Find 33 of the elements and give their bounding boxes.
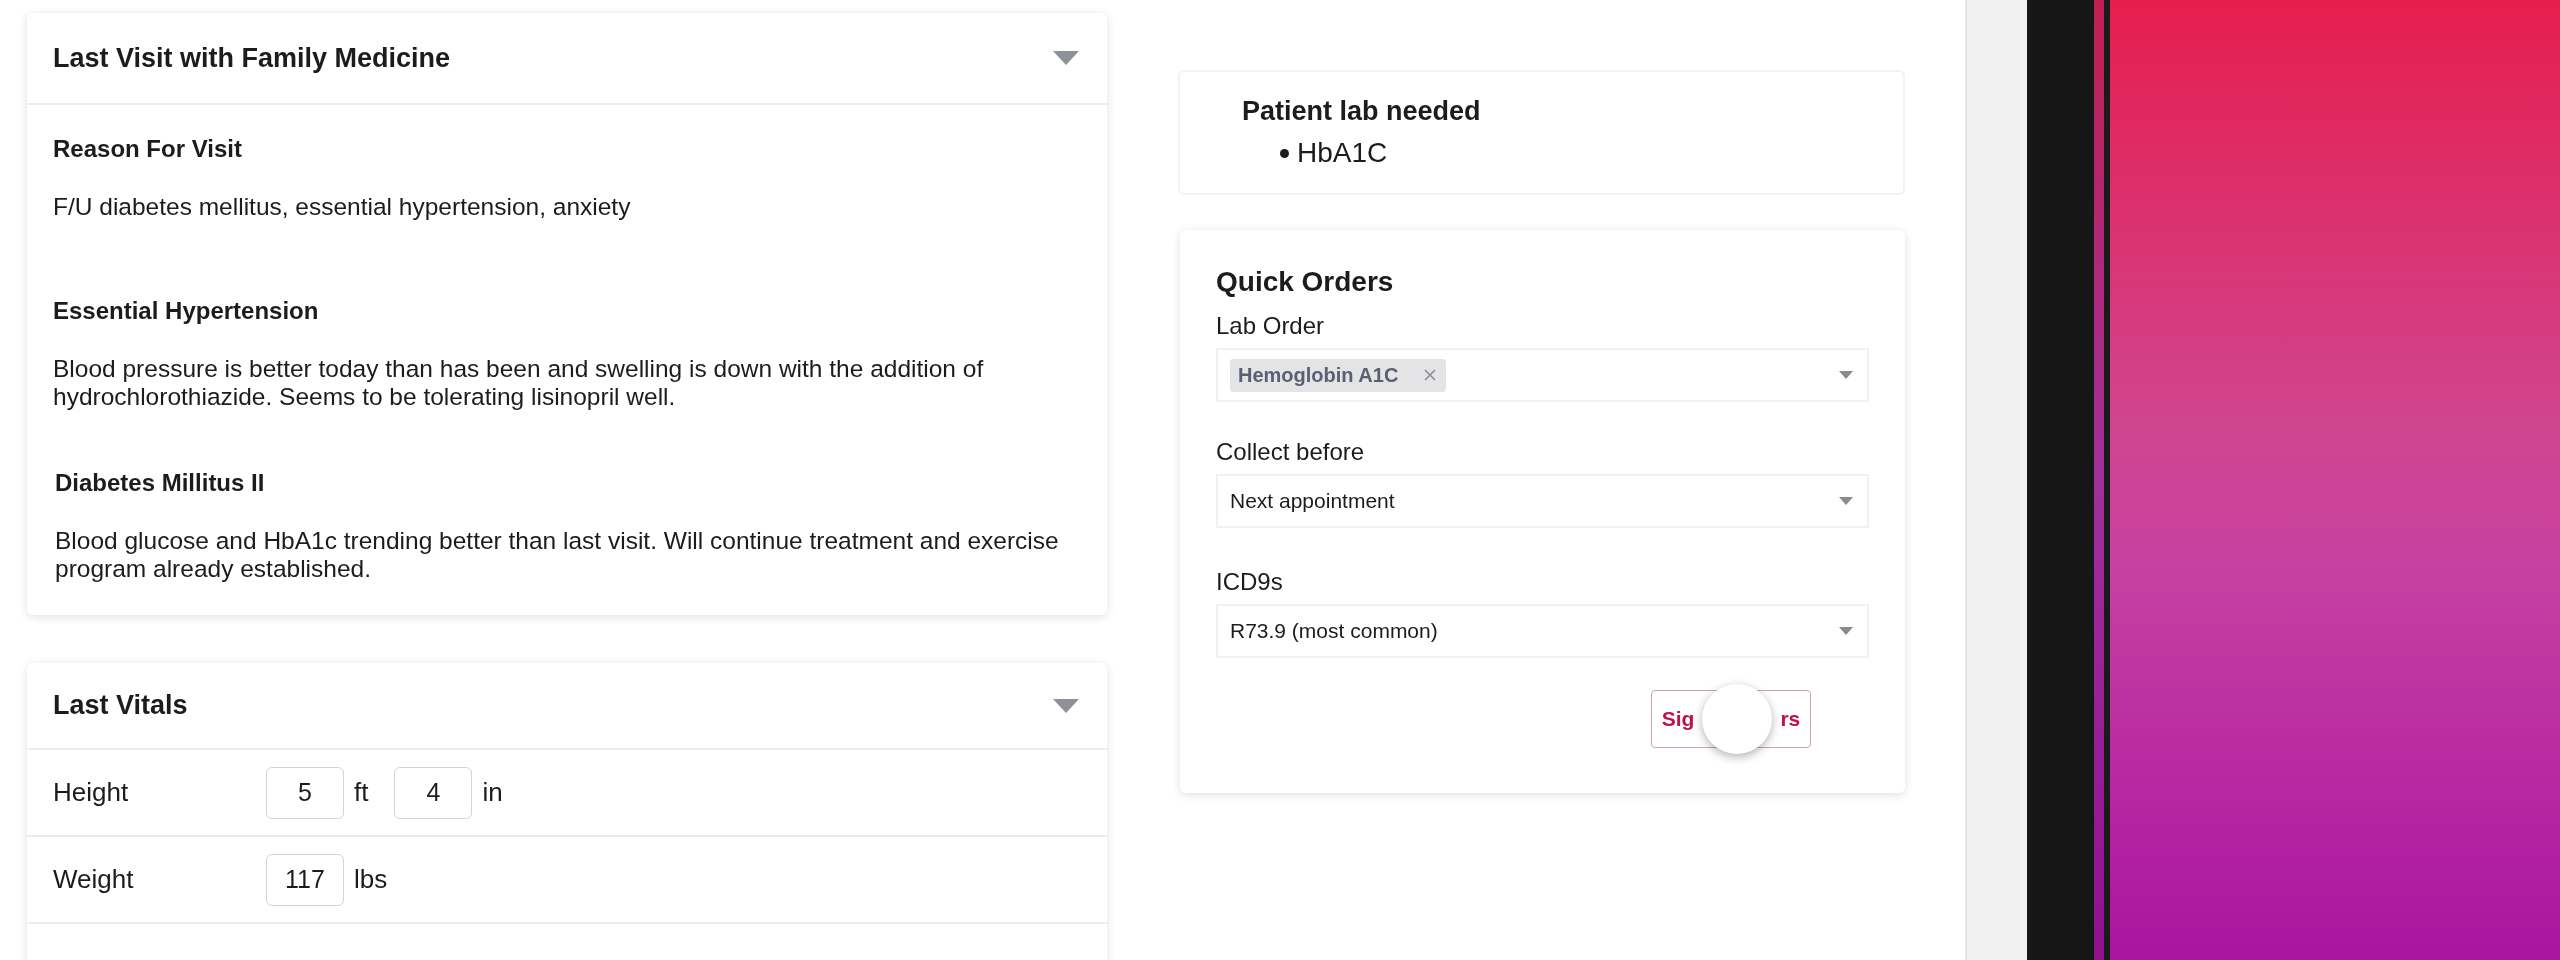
panel-title: Patient lab needed bbox=[1242, 96, 1482, 127]
field-label: ICD9s bbox=[1216, 568, 1284, 596]
bullet-icon bbox=[1280, 148, 1289, 158]
card-title: Last Vitals bbox=[53, 690, 188, 721]
caret-icon[interactable] bbox=[1839, 497, 1853, 505]
section-text: Blood pressure is better today than has been and swelling is down with the addition of hydrochlorothiazide. Seems to be tolerating lisinopril well. bbox=[53, 355, 985, 411]
caret-icon[interactable] bbox=[1839, 371, 1853, 379]
select-field[interactable]: R73.9 (most common) bbox=[1216, 604, 1869, 658]
caret-icon[interactable] bbox=[1053, 51, 1079, 65]
input-field[interactable]: 4 bbox=[394, 766, 473, 819]
list-item: HbA1C bbox=[1297, 137, 1388, 169]
section-text: Blood glucose and HbA1c trending better than last visit. Will continue treatment and exercise program already established. bbox=[55, 527, 1060, 583]
tag-label: Hemoglobin A1C bbox=[1238, 363, 1399, 387]
section-text: F/U diabetes mellitus, essential hypertension, anxiety bbox=[53, 193, 632, 221]
select-field[interactable]: Next appointment bbox=[1216, 474, 1869, 528]
vital-label: Height bbox=[53, 777, 130, 808]
tag-select[interactable]: Hemoglobin A1C bbox=[1216, 348, 1869, 402]
panel-title: Quick Orders bbox=[1216, 266, 1395, 298]
input-field[interactable]: 117 bbox=[266, 853, 344, 906]
unit-label: ft bbox=[354, 777, 369, 808]
remove-icon[interactable] bbox=[1424, 369, 1437, 381]
section-heading: Reason For Visit bbox=[53, 135, 243, 163]
unit-label: lbs bbox=[354, 864, 388, 895]
section-heading: Diabetes Millitus II bbox=[55, 469, 266, 497]
caret-icon[interactable] bbox=[1839, 627, 1853, 635]
field-label: Lab Order bbox=[1216, 312, 1326, 340]
section-heading: Essential Hypertension bbox=[53, 297, 320, 325]
field-label: Collect before bbox=[1216, 438, 1366, 466]
unit-label: in bbox=[482, 777, 503, 808]
card-title: Last Visit with Family Medicine bbox=[53, 42, 451, 74]
vital-label: Weight bbox=[53, 864, 135, 895]
input-field[interactable]: 5 bbox=[266, 766, 344, 819]
caret-icon[interactable] bbox=[1053, 698, 1079, 713]
